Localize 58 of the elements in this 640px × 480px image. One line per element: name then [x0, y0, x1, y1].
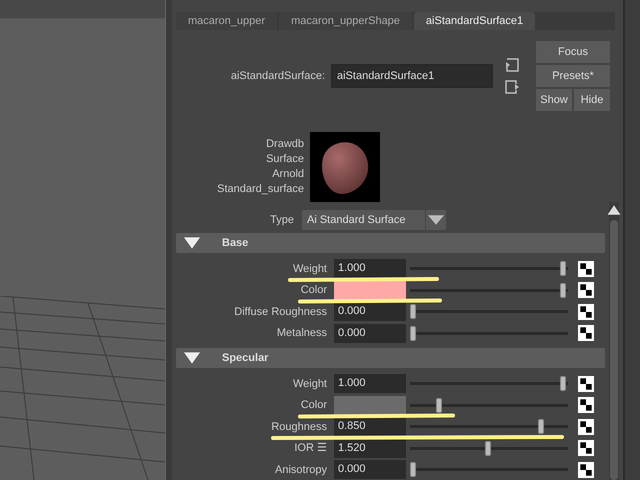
tab[interactable]: macaron_upperShape	[279, 12, 412, 30]
tab[interactable]: macaron_upper	[176, 12, 278, 30]
attribute-label: Diffuse Roughness	[233, 304, 328, 320]
scrollbar[interactable]	[609, 202, 619, 480]
presets-button[interactable]: Presets*	[536, 65, 610, 87]
attribute-label: Weight	[292, 262, 328, 276]
checker-map-icon	[578, 418, 594, 435]
attribute-label: Anisotropy	[274, 462, 328, 478]
value-field[interactable]: 0.000	[334, 324, 406, 343]
show-button[interactable]: Show	[536, 89, 572, 111]
checker-map-icon	[578, 325, 594, 342]
swatch-caption: Surface	[265, 152, 304, 167]
swatch-caption: Drawdb	[265, 137, 304, 152]
value-field[interactable]: 1.000	[334, 374, 406, 394]
checker-map-icon	[578, 282, 594, 298]
slider-thumb[interactable]	[410, 304, 416, 320]
slider-thumb[interactable]	[560, 261, 566, 276]
node-name-field[interactable]: aiStandardSurface1	[331, 64, 493, 88]
checker-map-icon	[578, 462, 594, 478]
collapse-triangle-icon	[184, 235, 200, 251]
attribute-label: Color	[300, 398, 328, 413]
slider-thumb[interactable]	[436, 398, 442, 413]
hide-button[interactable]: Hide	[574, 89, 610, 111]
checker-map-icon	[578, 397, 594, 414]
collapse-triangle-icon	[184, 350, 200, 366]
checker-map-icon	[578, 440, 594, 456]
section-header[interactable]: Base	[176, 233, 605, 253]
value-field[interactable]: 0.000	[334, 302, 406, 322]
type-dropdown[interactable]: Ai Standard Surface	[302, 210, 446, 230]
section-header[interactable]: Specular	[176, 348, 605, 368]
attribute-label: Color	[300, 283, 328, 298]
slider-thumb[interactable]	[560, 282, 566, 298]
attribute-label: IOR ☰	[293, 441, 328, 456]
color-swatch[interactable]	[334, 396, 406, 415]
value-field[interactable]: 0.850	[334, 417, 406, 436]
attribute-label: Weight	[292, 376, 328, 392]
slider-thumb[interactable]	[560, 376, 566, 392]
slider-thumb[interactable]	[485, 440, 491, 456]
color-swatch[interactable]	[334, 280, 406, 300]
tab[interactable]: aiStandardSurface1	[414, 12, 536, 30]
output-connection-icon	[504, 78, 520, 95]
value-field[interactable]: 1.520	[334, 438, 406, 458]
field-label: aiStandardSurface:	[230, 68, 326, 84]
value-field[interactable]: 1.000	[334, 259, 406, 278]
input-connection-icon	[504, 57, 520, 74]
type-label: Type	[269, 212, 295, 228]
slider-thumb[interactable]	[410, 326, 416, 341]
checker-map-icon	[578, 376, 594, 392]
attribute-label: Metalness	[276, 326, 328, 341]
swatch-caption: Standard_surface	[216, 182, 304, 197]
slider-thumb[interactable]	[410, 462, 416, 478]
attribute-label: Roughness	[270, 420, 328, 434]
focus-button[interactable]: Focus	[536, 41, 610, 63]
swatch-caption: Arnold	[271, 167, 304, 182]
slider-thumb[interactable]	[538, 419, 544, 434]
checker-map-icon	[578, 260, 594, 277]
checker-map-icon	[578, 304, 594, 320]
value-field[interactable]: 0.000	[334, 460, 406, 480]
